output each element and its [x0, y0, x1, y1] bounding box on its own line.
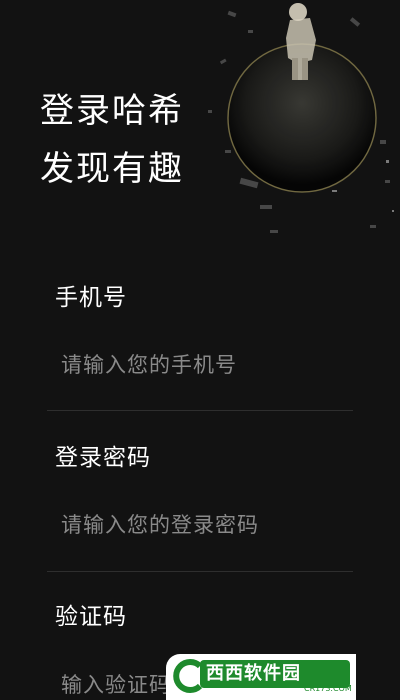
divider [47, 410, 353, 411]
password-input[interactable] [55, 503, 345, 547]
watermark-subtext: CR173.COM [304, 684, 352, 693]
verification-code-label: 验证码 [55, 604, 127, 630]
headline-line-2: 发现有趣 [40, 149, 184, 189]
site-watermark: 西西软件园 CR173.COM [166, 654, 356, 700]
phone-label: 手机号 [55, 285, 127, 311]
cr173-logo-icon [173, 659, 203, 693]
divider [47, 571, 353, 572]
phone-input[interactable] [55, 343, 345, 387]
headline-line-1: 登录哈希 [40, 91, 184, 131]
headline: 登录哈希 发现有趣 [40, 82, 184, 198]
watermark-text: 西西软件园 [206, 663, 301, 684]
password-label: 登录密码 [55, 445, 151, 471]
astronaut-planet-illustration [200, 0, 400, 265]
